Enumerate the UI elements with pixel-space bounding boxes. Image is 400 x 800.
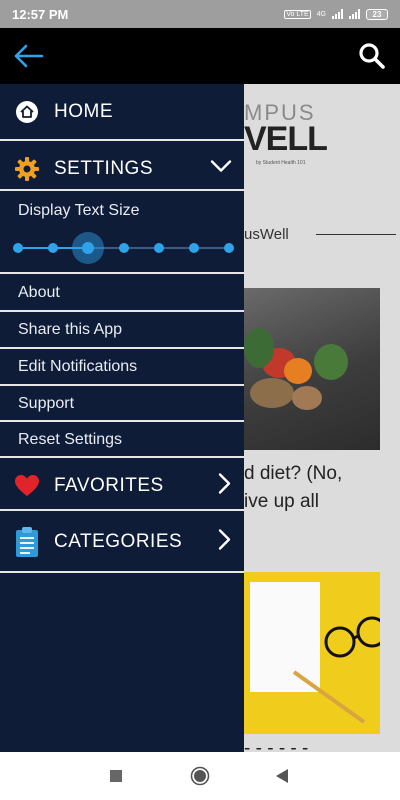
slider-step [189,243,199,253]
background-page: MPUS VELL by Student Health 101 usWell d… [244,84,400,752]
volte-icon: Vo LTE [284,9,311,19]
text-size-slider[interactable] [13,232,234,264]
status-bar: 12:57 PM Vo LTE 4G 23 [0,0,400,28]
divider [0,571,244,573]
status-time: 12:57 PM [12,6,69,22]
chevron-right-icon[interactable] [218,528,232,555]
battery-icon: 23 [366,8,388,20]
settings-item-share[interactable]: Share this App [0,312,244,347]
settings-item-notifications[interactable]: Edit Notifications [0,349,244,384]
signal-icon-2 [349,9,360,19]
drawer-item-categories[interactable]: CATEGORIES [0,512,244,571]
app-bar [0,28,400,84]
slider-step [13,243,23,253]
slider-thumb[interactable] [82,242,94,254]
divider-line [316,234,396,235]
network-label: 4G [316,10,326,18]
system-nav-bar [0,752,400,800]
status-icons: Vo LTE 4G 23 [284,8,388,20]
signal-icon [332,9,343,19]
drawer-item-label: FAVORITES [54,474,164,496]
brand-heading: usWell [244,226,289,243]
drawer-item-home[interactable]: HOME [0,84,244,139]
settings-item-support[interactable]: Support [0,386,244,421]
drawer-item-settings[interactable]: SETTINGS [0,141,244,196]
article-image-vegetables[interactable] [244,288,380,450]
campuswell-logo: MPUS VELL by Student Health 101 [244,100,328,166]
heart-icon [14,473,40,499]
back-arrow-icon[interactable] [12,40,46,72]
divider [0,509,244,511]
settings-item-about[interactable]: About [0,275,244,310]
drawer-item-label: SETTINGS [54,157,154,179]
article-title-1[interactable]: d diet? (No, ive up all [244,460,342,516]
recent-apps-icon[interactable] [86,752,146,800]
back-triangle-icon[interactable] [252,752,312,800]
article-title-2[interactable]: - - - - - - [244,738,308,752]
drawer-item-label: HOME [54,100,113,122]
slider-step [119,243,129,253]
navigation-drawer: HOME SETTINGS Display Text Size About Sh… [0,84,244,752]
settings-item-reset[interactable]: Reset Settings [0,422,244,457]
slider-step [154,243,164,253]
home-icon [14,99,40,125]
display-text-size-label: Display Text Size [18,202,140,219]
divider [0,189,244,191]
chevron-right-icon[interactable] [218,472,232,499]
home-circle-icon[interactable] [170,752,230,800]
drawer-item-label: CATEGORIES [54,530,183,552]
chevron-down-icon[interactable] [210,159,232,178]
slider-step [224,243,234,253]
divider [0,272,244,274]
slider-step [48,243,58,253]
gear-icon [14,156,40,182]
drawer-item-favorites[interactable]: FAVORITES [0,458,244,513]
search-icon[interactable] [358,42,386,70]
article-image-glasses[interactable] [244,572,388,734]
clipboard-icon [14,526,40,557]
